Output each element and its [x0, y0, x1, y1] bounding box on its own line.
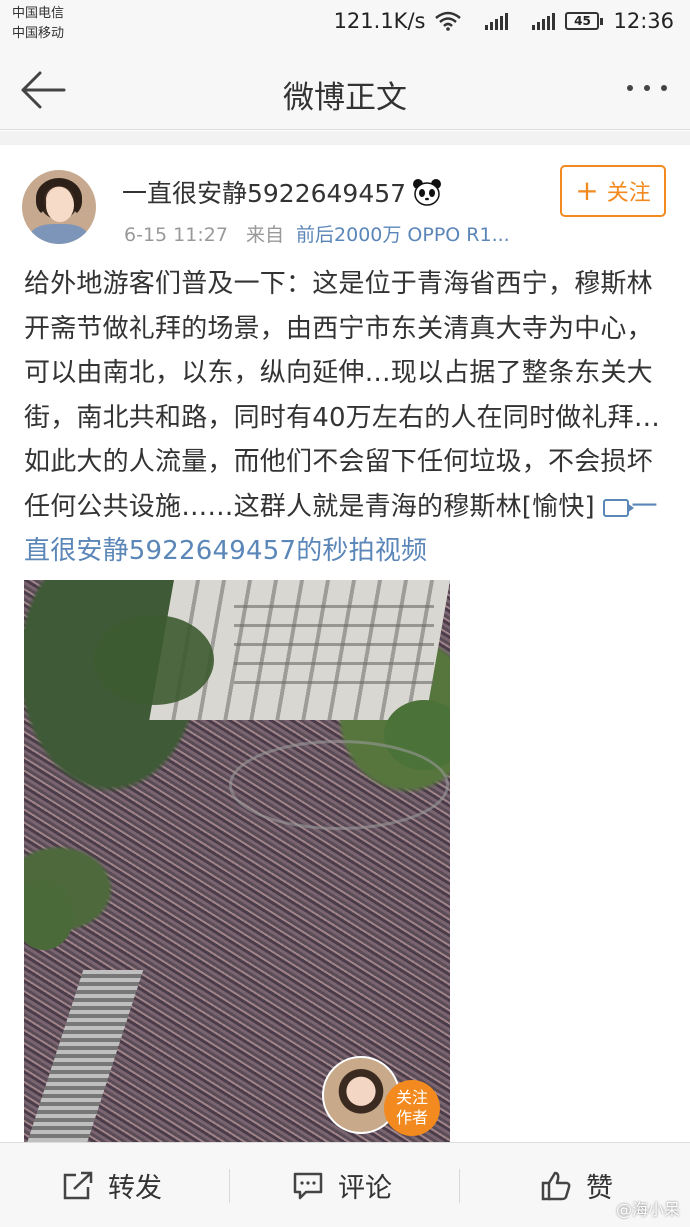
clock: 12:36: [613, 9, 674, 33]
more-options-icon[interactable]: [624, 78, 670, 98]
repost-label: 转发: [108, 1173, 162, 1204]
follow-label: 关注: [606, 181, 651, 206]
weibo-watermark: @海小呆: [615, 1200, 680, 1219]
post-text: 给外地游客们普及一下：这是位于青海省西宁，穆斯林开斋节做礼拜的场景，由西宁市东关…: [24, 262, 670, 574]
username[interactable]: 一直很安静5922649457: [122, 174, 406, 210]
comment-button[interactable]: 评论: [292, 1143, 392, 1227]
follow-author-line-1: 关注: [395, 1088, 428, 1107]
video-link-icon: [603, 498, 635, 517]
status-indicators: 121.1K/s 45 12:36: [334, 9, 674, 33]
status-bar: 中国电信 中国移动 121.1K/s 45 12:36: [0, 0, 690, 50]
signal-icon-sim1: [485, 12, 509, 30]
section-divider: [0, 131, 690, 145]
carrier-info: 中国电信 中国移动: [12, 4, 64, 44]
username-row[interactable]: 一直很安静5922649457: [122, 174, 442, 210]
like-button[interactable]: 赞: [540, 1143, 613, 1227]
signal-icon-sim2: [532, 12, 556, 30]
post-source[interactable]: 前后2000万 OPPO R1...: [296, 224, 510, 246]
user-avatar[interactable]: [22, 170, 96, 244]
repost-button[interactable]: 转发: [62, 1143, 162, 1227]
nav-bar: 微博正文: [0, 50, 690, 130]
thumbs-up-icon: [541, 1171, 571, 1200]
follow-author-button[interactable]: 关注 作者: [384, 1080, 440, 1136]
repost-icon: [63, 1171, 93, 1199]
battery-icon: 45: [565, 12, 604, 30]
plus-icon: +: [575, 174, 599, 207]
page-title: 微博正文: [283, 80, 407, 116]
post-body: 给外地游客们普及一下：这是位于青海省西宁，穆斯林开斋节做礼拜的场景，由西宁市东关…: [24, 269, 661, 522]
bottom-action-bar: 转发 评论 赞: [0, 1142, 690, 1227]
video-player[interactable]: 关注 作者: [24, 580, 450, 1142]
post-meta: 6-15 11:27 来自 前后2000万 OPPO R1...: [124, 220, 510, 247]
post-time: 6-15 11:27: [124, 224, 228, 246]
bar-divider: [229, 1169, 230, 1203]
comment-label: 评论: [338, 1173, 392, 1204]
comment-icon: [293, 1172, 323, 1199]
follow-button[interactable]: + 关注: [560, 165, 666, 217]
carrier-1: 中国电信: [12, 6, 65, 21]
like-label: 赞: [586, 1173, 613, 1204]
carrier-2: 中国移动: [12, 26, 65, 41]
battery-level: 45: [565, 12, 600, 30]
panda-badge-icon: [413, 179, 442, 206]
from-label: 来自: [245, 224, 284, 246]
wifi-icon: [435, 11, 462, 31]
network-speed: 121.1K/s: [333, 9, 426, 33]
bar-divider: [459, 1169, 460, 1203]
follow-author-line-2: 作者: [395, 1108, 428, 1127]
